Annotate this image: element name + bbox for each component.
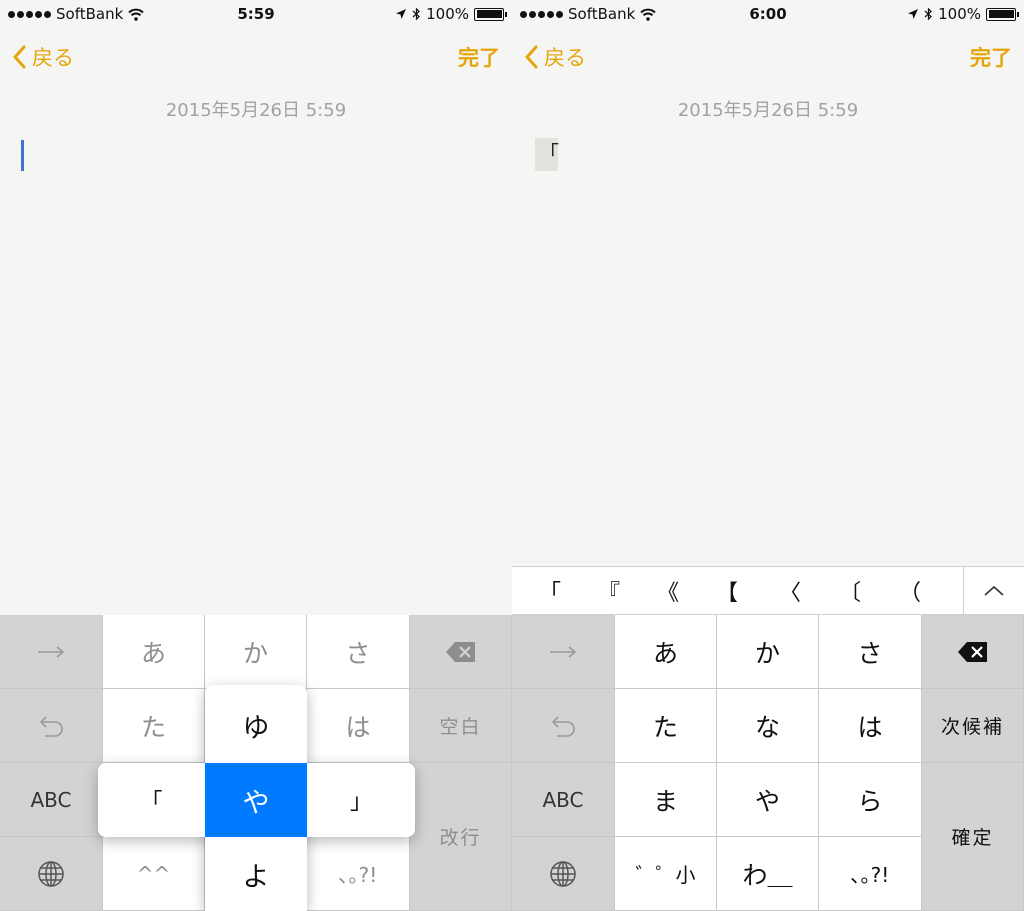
candidate-item[interactable]: 《 bbox=[648, 575, 688, 607]
back-label: 戻る bbox=[32, 46, 74, 70]
battery-percent: 100% bbox=[938, 5, 981, 23]
globe-icon bbox=[550, 860, 576, 887]
chevron-left-icon bbox=[525, 45, 538, 69]
marked-text[interactable]: 「 bbox=[535, 138, 559, 171]
keyboard: ABC あ た ^^ か さ は ､｡?! 空白 改行 ゆ 「 や 」 よ bbox=[0, 615, 512, 911]
candidate-item[interactable]: （ bbox=[890, 575, 930, 607]
arrow-right-key[interactable] bbox=[512, 615, 615, 689]
key-ta[interactable]: た bbox=[615, 689, 717, 763]
key-a[interactable]: あ bbox=[103, 615, 205, 689]
key-ka[interactable]: か bbox=[717, 615, 819, 689]
key-wa[interactable]: わ＿ bbox=[717, 837, 819, 911]
chevron-up-icon bbox=[984, 585, 1004, 596]
navigation-bar: 戻る 完了 bbox=[512, 36, 1024, 76]
done-button[interactable]: 完了 bbox=[970, 42, 1012, 72]
undo-icon bbox=[551, 715, 575, 737]
key-punctuation[interactable]: ､｡?! bbox=[307, 837, 410, 911]
delete-icon bbox=[445, 641, 475, 662]
key-ka[interactable]: か bbox=[205, 615, 307, 689]
back-button[interactable]: 戻る bbox=[12, 42, 74, 72]
undo-key[interactable] bbox=[512, 689, 615, 763]
key-ra[interactable]: ら bbox=[819, 763, 922, 837]
done-button[interactable]: 完了 bbox=[458, 42, 500, 72]
undo-icon bbox=[39, 715, 63, 737]
status-right: 100% bbox=[395, 5, 507, 23]
key-ha[interactable]: は bbox=[819, 689, 922, 763]
key-dakuten-small[interactable]: ゛゜小 bbox=[615, 837, 717, 911]
delete-key[interactable] bbox=[410, 615, 512, 689]
note-date: 2015年5月26日 5:59 bbox=[165, 100, 347, 121]
arrow-right-icon bbox=[550, 645, 577, 658]
return-key[interactable]: 改行 bbox=[410, 763, 512, 911]
abc-key[interactable]: ABC bbox=[0, 763, 103, 837]
navigation-bar: 戻る 完了 bbox=[0, 36, 512, 76]
bluetooth-icon bbox=[924, 7, 932, 21]
flick-left-open-bracket[interactable]: 「 bbox=[98, 763, 205, 837]
status-bar: SoftBank 6:00 100% bbox=[512, 0, 1024, 28]
arrow-right-key[interactable] bbox=[0, 615, 103, 689]
status-bar: SoftBank 5:59 100% bbox=[0, 0, 512, 28]
globe-icon bbox=[38, 860, 64, 887]
candidate-bar: 「 『 《 【 〈 〔 （ bbox=[512, 566, 1024, 615]
candidate-item[interactable]: 『 bbox=[589, 575, 629, 607]
left-screen: SoftBank 5:59 100% 戻る 完了 2015年5月26日 5:59… bbox=[0, 0, 512, 911]
candidate-item[interactable]: 【 bbox=[707, 575, 747, 607]
battery-percent: 100% bbox=[426, 5, 469, 23]
confirm-key[interactable]: 確定 bbox=[922, 763, 1024, 911]
arrow-right-icon bbox=[38, 645, 65, 658]
keyboard: ABC あ た ま ゛゜小 か な や わ＿ さ は ら ､｡?! 次候補 確定 bbox=[512, 615, 1024, 911]
delete-icon bbox=[957, 641, 987, 662]
location-arrow-icon bbox=[908, 9, 919, 19]
right-screen: SoftBank 6:00 100% 戻る 完了 2015年5月26日 5:59… bbox=[512, 0, 1024, 911]
key-a[interactable]: あ bbox=[615, 615, 717, 689]
space-key[interactable]: 空白 bbox=[410, 689, 512, 763]
key-kaomoji[interactable]: ^^ bbox=[103, 837, 205, 911]
globe-key[interactable] bbox=[512, 837, 615, 911]
flick-right-close-bracket[interactable]: 」 bbox=[307, 763, 415, 837]
battery-icon bbox=[986, 7, 1019, 21]
candidate-item[interactable]: 〈 bbox=[770, 575, 810, 607]
key-sa[interactable]: さ bbox=[307, 615, 410, 689]
flick-up-yu[interactable]: ゆ bbox=[205, 687, 307, 763]
key-sa[interactable]: さ bbox=[819, 615, 922, 689]
text-caret bbox=[21, 140, 24, 171]
battery-icon bbox=[474, 7, 507, 21]
abc-key[interactable]: ABC bbox=[512, 763, 615, 837]
flick-down-yo[interactable]: よ bbox=[205, 837, 307, 911]
expand-candidates-button[interactable] bbox=[963, 567, 1024, 615]
back-button[interactable]: 戻る bbox=[524, 42, 586, 72]
key-ma[interactable]: ま bbox=[615, 763, 717, 837]
globe-key[interactable] bbox=[0, 837, 103, 911]
back-label: 戻る bbox=[544, 46, 586, 70]
location-arrow-icon bbox=[396, 9, 407, 19]
candidate-item[interactable]: 「 bbox=[530, 575, 570, 607]
next-candidate-key[interactable]: 次候補 bbox=[922, 689, 1024, 763]
key-ha[interactable]: は bbox=[307, 689, 410, 763]
bluetooth-icon bbox=[412, 7, 420, 21]
delete-key[interactable] bbox=[922, 615, 1024, 689]
key-na[interactable]: な bbox=[717, 689, 819, 763]
undo-key[interactable] bbox=[0, 689, 103, 763]
status-right: 100% bbox=[907, 5, 1019, 23]
flick-center-ya[interactable]: や bbox=[205, 763, 307, 837]
key-ta[interactable]: た bbox=[103, 689, 205, 763]
note-date: 2015年5月26日 5:59 bbox=[677, 100, 859, 121]
candidate-item[interactable]: 〔 bbox=[830, 575, 870, 607]
key-punctuation[interactable]: ､｡?! bbox=[819, 837, 922, 911]
key-ya[interactable]: や bbox=[717, 763, 819, 837]
chevron-left-icon bbox=[13, 45, 26, 69]
